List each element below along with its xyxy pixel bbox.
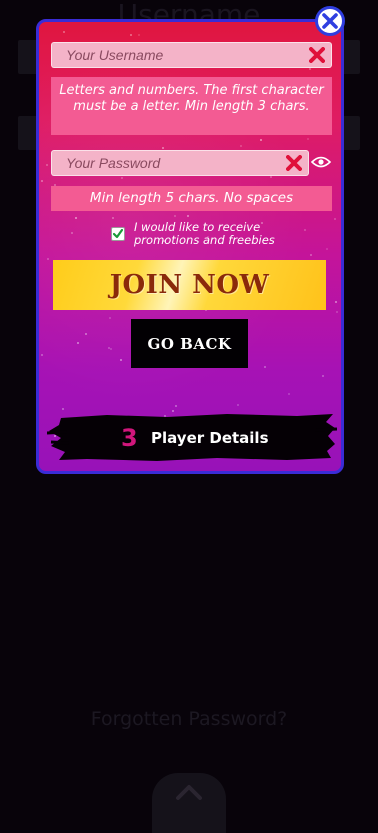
join-now-button[interactable]: JOIN NOW: [53, 260, 326, 310]
sparkle: [75, 217, 77, 219]
password-input[interactable]: [52, 151, 284, 175]
sparkle: [120, 359, 122, 361]
sparkle: [85, 333, 87, 335]
sparkle: [41, 354, 43, 356]
sparkle: [77, 342, 79, 344]
sparkle: [304, 229, 306, 231]
sparkle: [264, 366, 266, 368]
step-title: Player Details: [151, 429, 269, 447]
sparkle: [270, 176, 272, 178]
close-modal-button[interactable]: [315, 6, 345, 36]
password-hint: Min length 5 chars. No spaces: [51, 186, 332, 211]
promotions-label: I would like to receive promotions and f…: [134, 220, 275, 247]
sparkle: [41, 180, 43, 182]
sparkle: [108, 347, 110, 349]
sparkle: [187, 215, 189, 217]
sparkle: [110, 348, 112, 350]
sparkle: [310, 254, 312, 256]
sparkle: [307, 138, 309, 140]
username-hint: Letters and numbers. The first character…: [51, 77, 332, 135]
close-icon: [322, 13, 338, 29]
chevron-up-icon: [176, 785, 202, 800]
step-number: 3: [121, 424, 138, 452]
show-password-eye-icon[interactable]: [311, 155, 331, 169]
sparkle: [326, 248, 328, 250]
go-back-button[interactable]: GO BACK: [131, 319, 248, 368]
sparkle: [121, 177, 123, 179]
sparkle: [260, 139, 262, 141]
username-field[interactable]: [51, 42, 332, 68]
sparkle: [109, 317, 111, 319]
sparkle: [130, 34, 132, 36]
username-input[interactable]: [52, 43, 306, 67]
sparkle: [288, 393, 290, 395]
clear-username-icon[interactable]: [309, 47, 325, 63]
sparkle: [63, 31, 65, 33]
checkmark-icon: [113, 229, 123, 239]
sparkle: [174, 215, 176, 217]
sparkle: [334, 218, 336, 220]
sparkle: [112, 217, 114, 219]
sparkle: [162, 147, 164, 149]
scroll-up-tab[interactable]: [152, 773, 226, 833]
sparkle: [237, 404, 239, 406]
sparkle: [309, 68, 311, 70]
sparkle: [322, 375, 324, 377]
sparkle: [138, 34, 140, 36]
sparkle: [336, 311, 338, 313]
step-banner: 3 Player Details: [47, 408, 337, 464]
clear-password-icon[interactable]: [286, 155, 302, 171]
password-field[interactable]: [51, 150, 309, 176]
forgot-password-link[interactable]: Forgotten Password?: [0, 708, 378, 730]
signup-modal: Letters and numbers. The first character…: [36, 19, 344, 474]
promotions-checkbox[interactable]: [111, 227, 125, 241]
sparkle: [240, 145, 242, 147]
sparkle: [71, 232, 73, 234]
sparkle: [47, 258, 49, 260]
sparkle: [175, 405, 177, 407]
sparkle: [335, 301, 337, 303]
sparkle: [46, 164, 48, 166]
